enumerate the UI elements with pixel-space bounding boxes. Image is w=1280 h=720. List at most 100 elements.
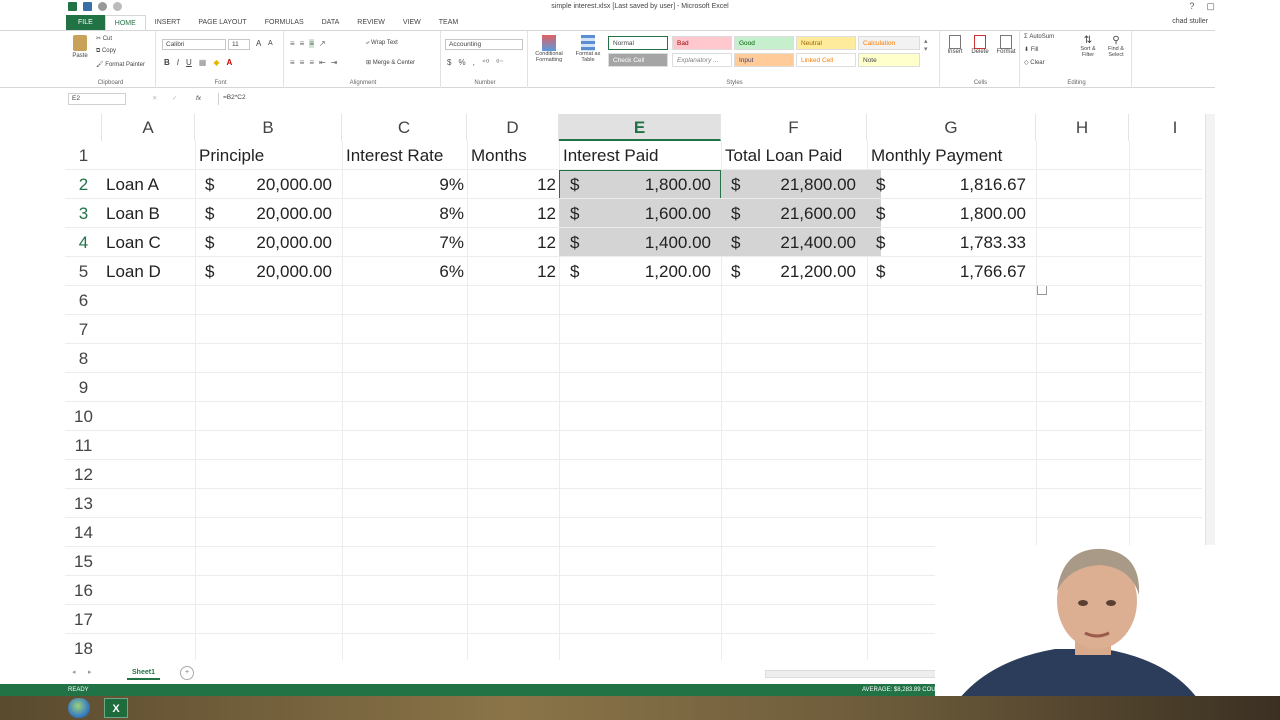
percent-format-icon[interactable]: % xyxy=(458,58,465,67)
row-header-14[interactable]: 14 xyxy=(65,518,102,547)
delete-cells-button[interactable]: Delete xyxy=(968,35,992,55)
column-header-c[interactable]: C xyxy=(342,114,467,141)
cell-g2-monthly[interactable]: 1,816.67 xyxy=(868,170,1026,199)
fill-color-icon[interactable]: ◆ xyxy=(213,58,219,67)
cell-f4-total[interactable]: 21,400.00 xyxy=(722,228,856,257)
orientation-icon[interactable]: ↗ xyxy=(319,39,326,48)
comma-format-icon[interactable]: , xyxy=(473,58,475,67)
copy-button[interactable]: ⧉ Copy xyxy=(96,48,116,55)
cell-f1-header[interactable]: Total Loan Paid xyxy=(725,141,842,170)
align-top-icon[interactable]: ≡ xyxy=(290,39,295,48)
cell-e1-header[interactable]: Interest Paid xyxy=(563,141,658,170)
cell-e2-interest[interactable]: 1,800.00 xyxy=(560,170,711,199)
cell-a5-loan-name[interactable]: Loan D xyxy=(106,257,161,286)
paste-button[interactable]: Paste xyxy=(71,35,89,59)
cut-button[interactable]: ✂ Cut xyxy=(96,35,112,42)
row-header-6[interactable]: 6 xyxy=(65,286,102,315)
align-middle-icon[interactable]: ≡ xyxy=(300,39,305,48)
start-button-icon[interactable] xyxy=(68,698,90,718)
decrease-decimal-icon[interactable]: ⁰⁻ xyxy=(496,58,503,67)
cell-c3-rate[interactable]: 8% xyxy=(343,199,464,228)
style-explanatory[interactable]: Explanatory ... xyxy=(672,53,732,67)
row-header-1[interactable]: 1 xyxy=(65,141,102,170)
merge-center-button[interactable]: ⊞ Merge & Center xyxy=(366,59,415,66)
cell-d2-months[interactable]: 12 xyxy=(468,170,556,199)
cell-e5-interest[interactable]: 1,200.00 xyxy=(560,257,711,286)
cell-a4-loan-name[interactable]: Loan C xyxy=(106,228,161,257)
cell-b5-principle[interactable]: 20,000.00 xyxy=(196,257,332,286)
cell-c5-rate[interactable]: 6% xyxy=(343,257,464,286)
row-header-10[interactable]: 10 xyxy=(65,402,102,431)
tab-formulas[interactable]: FORMULAS xyxy=(256,15,313,30)
tab-data[interactable]: DATA xyxy=(313,15,349,30)
style-bad[interactable]: Bad xyxy=(672,36,732,50)
style-linked-cell[interactable]: Linked Cell xyxy=(796,53,856,67)
row-header-17[interactable]: 17 xyxy=(65,605,102,634)
row-header-11[interactable]: 11 xyxy=(65,431,102,460)
italic-icon[interactable]: I xyxy=(177,58,179,67)
tab-page-layout[interactable]: PAGE LAYOUT xyxy=(189,15,255,30)
sheet-next-icon[interactable]: ▸ xyxy=(88,668,92,676)
cancel-entry-icon[interactable]: ✕ xyxy=(152,94,157,102)
cell-f5-total[interactable]: 21,200.00 xyxy=(722,257,856,286)
format-as-table-button[interactable]: Format as Table xyxy=(570,35,606,63)
conditional-formatting-button[interactable]: Conditional Formatting xyxy=(530,35,568,63)
column-header-f[interactable]: F xyxy=(721,114,867,141)
fill-button[interactable]: ⬇ Fill xyxy=(1024,46,1038,53)
sheet-tab-sheet1[interactable]: Sheet1 xyxy=(127,666,160,680)
row-header-2[interactable]: 2 xyxy=(65,170,102,199)
align-center-icon[interactable]: ≡ xyxy=(300,58,305,67)
column-header-e[interactable]: E xyxy=(559,114,721,141)
select-all-corner[interactable] xyxy=(65,114,102,141)
grow-font-icon[interactable]: A xyxy=(256,39,261,48)
increase-decimal-icon[interactable]: ⁺⁰ xyxy=(482,58,489,67)
formula-input[interactable]: =B2*C2 xyxy=(218,93,1208,105)
help-icon[interactable]: ? xyxy=(1189,1,1194,12)
cell-d5-months[interactable]: 12 xyxy=(468,257,556,286)
style-check-cell[interactable]: Check Cell xyxy=(608,53,668,67)
cell-g3-monthly[interactable]: 1,800.00 xyxy=(868,199,1026,228)
row-header-16[interactable]: 16 xyxy=(65,576,102,605)
format-painter-button[interactable]: 🖌 Format Painter xyxy=(96,61,145,68)
shrink-font-icon[interactable]: A xyxy=(268,40,273,47)
cell-c1-header[interactable]: Interest Rate xyxy=(346,141,443,170)
style-neutral[interactable]: Neutral xyxy=(796,36,856,50)
tab-insert[interactable]: INSERT xyxy=(146,15,190,30)
insert-cells-button[interactable]: Insert xyxy=(944,35,966,55)
style-input[interactable]: Input xyxy=(734,53,794,67)
tab-view[interactable]: VIEW xyxy=(394,15,430,30)
style-note[interactable]: Note xyxy=(858,53,920,67)
column-header-a[interactable]: A xyxy=(102,114,195,141)
find-select-button[interactable]: ⚲ Find & Select xyxy=(1102,35,1130,58)
align-bottom-icon[interactable]: ≡ xyxy=(309,39,315,48)
row-header-9[interactable]: 9 xyxy=(65,373,102,402)
row-header-12[interactable]: 12 xyxy=(65,460,102,489)
cell-g5-monthly[interactable]: 1,766.67 xyxy=(868,257,1026,286)
style-calculation[interactable]: Calculation xyxy=(858,36,920,50)
cell-f2-total[interactable]: 21,800.00 xyxy=(722,170,856,199)
column-header-g[interactable]: G xyxy=(867,114,1036,141)
tab-file[interactable]: FILE xyxy=(66,15,105,30)
wrap-text-button[interactable]: ⤶ Wrap Text xyxy=(366,40,398,47)
bold-icon[interactable]: B xyxy=(164,58,170,67)
cell-f3-total[interactable]: 21,600.00 xyxy=(722,199,856,228)
row-header-18[interactable]: 18 xyxy=(65,634,102,660)
tab-review[interactable]: REVIEW xyxy=(348,15,394,30)
cell-b3-principle[interactable]: 20,000.00 xyxy=(196,199,332,228)
cell-d1-header[interactable]: Months xyxy=(471,141,527,170)
user-name[interactable]: chad stuller xyxy=(1172,18,1208,25)
taskbar-excel-icon[interactable]: X xyxy=(104,698,128,718)
font-size-select[interactable]: 11 xyxy=(228,39,250,50)
cell-a2-loan-name[interactable]: Loan A xyxy=(106,170,159,199)
cell-b1-header[interactable]: Principle xyxy=(199,141,264,170)
cell-e4-interest[interactable]: 1,400.00 xyxy=(560,228,711,257)
tab-home[interactable]: HOME xyxy=(104,15,146,30)
currency-format-icon[interactable]: $ xyxy=(447,58,451,67)
cell-g4-monthly[interactable]: 1,783.33 xyxy=(868,228,1026,257)
style-normal[interactable]: Normal xyxy=(608,36,668,50)
new-sheet-button[interactable]: + xyxy=(180,666,194,680)
format-cells-button[interactable]: Format xyxy=(994,35,1018,55)
cell-c4-rate[interactable]: 7% xyxy=(343,228,464,257)
cell-b4-principle[interactable]: 20,000.00 xyxy=(196,228,332,257)
autosum-button[interactable]: Σ AutoSum xyxy=(1024,34,1054,40)
